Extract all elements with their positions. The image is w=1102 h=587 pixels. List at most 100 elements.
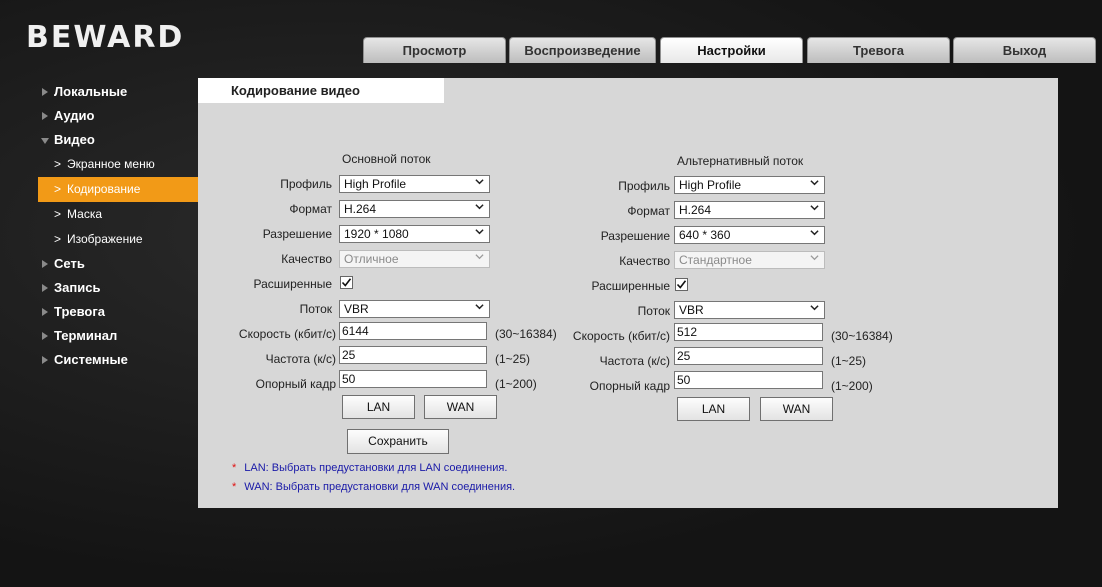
main-wan-button[interactable]: WAN xyxy=(424,395,497,419)
content-panel xyxy=(198,78,1058,508)
select-value: H.264 xyxy=(344,202,377,216)
chevron-down-icon xyxy=(810,205,819,211)
chevron-down-icon xyxy=(810,230,819,236)
chevron-right-icon: > xyxy=(54,182,62,196)
select-value: Отличное xyxy=(344,252,399,266)
main-keyframe-input[interactable]: 50 xyxy=(339,370,487,388)
page-title: Кодирование видео xyxy=(198,78,444,103)
checkmark-icon xyxy=(676,280,687,289)
alt-lan-button[interactable]: LAN xyxy=(677,397,750,421)
resolution-label: Разрешение xyxy=(262,227,332,241)
alt-format-select[interactable]: H.264 xyxy=(674,201,825,219)
tab-settings[interactable]: Настройки xyxy=(660,37,803,63)
keyframe-label: Опорный кадр xyxy=(255,377,336,391)
sidebar-subitem-label: Маска xyxy=(67,207,103,221)
select-value: 1920 * 1080 xyxy=(344,227,409,241)
framerate-label: Частота (к/с) xyxy=(265,352,336,366)
page: BEWARD Просмотр Воспроизведение Настройк… xyxy=(0,0,1102,587)
main-format-select[interactable]: H.264 xyxy=(339,200,490,218)
main-advanced-checkbox[interactable] xyxy=(340,276,353,289)
lan-note: * LAN: Выбрать предустановки для LAN соед… xyxy=(232,462,507,474)
alt-framerate-input[interactable]: 25 xyxy=(674,347,823,365)
triangle-right-icon xyxy=(42,88,48,96)
main-profile-select[interactable]: High Profile xyxy=(339,175,490,193)
triangle-right-icon xyxy=(42,356,48,364)
select-value: H.264 xyxy=(679,203,712,217)
alt-resolution-label: Разрешение xyxy=(600,229,670,243)
triangle-right-icon xyxy=(42,284,48,292)
alt-keyframe-range: (1~200) xyxy=(831,379,873,393)
tab-playback[interactable]: Воспроизведение xyxy=(509,37,656,63)
sidebar-item-label: Системные xyxy=(54,352,128,367)
save-button[interactable]: Сохранить xyxy=(347,429,449,454)
asterisk: * xyxy=(232,481,237,493)
wan-note-text: WAN: Выбрать предустановки для WAN соеди… xyxy=(244,481,516,493)
select-value: VBR xyxy=(344,302,369,316)
sidebar-item-local[interactable]: Локальные xyxy=(38,80,198,104)
triangle-right-icon xyxy=(42,308,48,316)
chevron-right-icon: > xyxy=(54,157,62,171)
chevron-down-icon xyxy=(475,254,484,260)
alt-bitrate-label: Скорость (кбит/с) xyxy=(572,329,670,343)
alt-stream-label: Поток xyxy=(637,304,670,318)
chevron-down-icon xyxy=(810,305,819,311)
select-value: 640 * 360 xyxy=(679,228,731,242)
sidebar-item-audio[interactable]: Аудио xyxy=(38,104,198,128)
asterisk: * xyxy=(232,462,237,474)
main-stream-title: Основной поток xyxy=(342,152,431,166)
alt-profile-select[interactable]: High Profile xyxy=(674,176,825,194)
main-lan-button[interactable]: LAN xyxy=(342,395,415,419)
keyframe-range: (1~200) xyxy=(495,377,537,391)
sidebar-item-system[interactable]: Системные xyxy=(38,348,198,372)
sidebar-subitem-mask[interactable]: > Маска xyxy=(38,202,198,227)
alt-resolution-select[interactable]: 640 * 360 xyxy=(674,226,825,244)
select-value: High Profile xyxy=(344,177,407,191)
sidebar-subitem-osd[interactable]: > Экранное меню xyxy=(38,152,198,177)
beward-logo: BEWARD xyxy=(26,20,185,55)
sidebar-item-record[interactable]: Запись xyxy=(38,276,198,300)
wan-note: * WAN: Выбрать предустановки для WAN соед… xyxy=(232,481,515,493)
chevron-down-icon xyxy=(475,304,484,310)
sidebar-item-label: Аудио xyxy=(54,108,95,123)
sidebar-item-label: Запись xyxy=(54,280,101,295)
main-stream-select[interactable]: VBR xyxy=(339,300,490,318)
sidebar-item-video[interactable]: Видео xyxy=(38,128,198,152)
chevron-down-icon xyxy=(810,180,819,186)
alt-format-label: Формат xyxy=(627,204,670,218)
triangle-right-icon xyxy=(42,260,48,268)
alt-bitrate-range: (30~16384) xyxy=(831,329,893,343)
checkmark-icon xyxy=(341,278,352,287)
sidebar-item-network[interactable]: Сеть xyxy=(38,252,198,276)
sidebar-subitem-encoding[interactable]: > Кодирование xyxy=(38,177,200,202)
quality-label: Качество xyxy=(281,252,332,266)
sidebar-item-terminal[interactable]: Терминал xyxy=(38,324,198,348)
triangle-right-icon xyxy=(42,332,48,340)
advanced-label: Расширенные xyxy=(253,277,332,291)
sidebar-item-alarm[interactable]: Тревога xyxy=(38,300,198,324)
tab-exit[interactable]: Выход xyxy=(953,37,1096,63)
main-resolution-select[interactable]: 1920 * 1080 xyxy=(339,225,490,243)
select-value: High Profile xyxy=(679,178,742,192)
alt-stream-select[interactable]: VBR xyxy=(674,301,825,319)
sidebar-subitem-image[interactable]: > Изображение xyxy=(38,227,198,252)
sidebar-item-label: Терминал xyxy=(54,328,118,343)
sidebar-item-label: Тревога xyxy=(54,304,106,319)
bitrate-label: Скорость (кбит/с) xyxy=(238,327,336,341)
tab-alarm[interactable]: Тревога xyxy=(807,37,950,63)
chevron-right-icon: > xyxy=(54,207,62,221)
sidebar-item-label: Видео xyxy=(54,132,95,147)
tab-view[interactable]: Просмотр xyxy=(363,37,506,63)
chevron-down-icon xyxy=(475,179,484,185)
triangle-down-icon xyxy=(41,138,49,144)
chevron-down-icon xyxy=(475,204,484,210)
alt-advanced-checkbox[interactable] xyxy=(675,278,688,291)
bitrate-range: (30~16384) xyxy=(495,327,557,341)
main-bitrate-input[interactable]: 6144 xyxy=(339,322,487,340)
select-value: VBR xyxy=(679,303,704,317)
chevron-down-icon xyxy=(810,255,819,261)
main-framerate-input[interactable]: 25 xyxy=(339,346,487,364)
alt-keyframe-input[interactable]: 50 xyxy=(674,371,823,389)
alt-bitrate-input[interactable]: 512 xyxy=(674,323,823,341)
stream-label: Поток xyxy=(299,302,332,316)
alt-wan-button[interactable]: WAN xyxy=(760,397,833,421)
